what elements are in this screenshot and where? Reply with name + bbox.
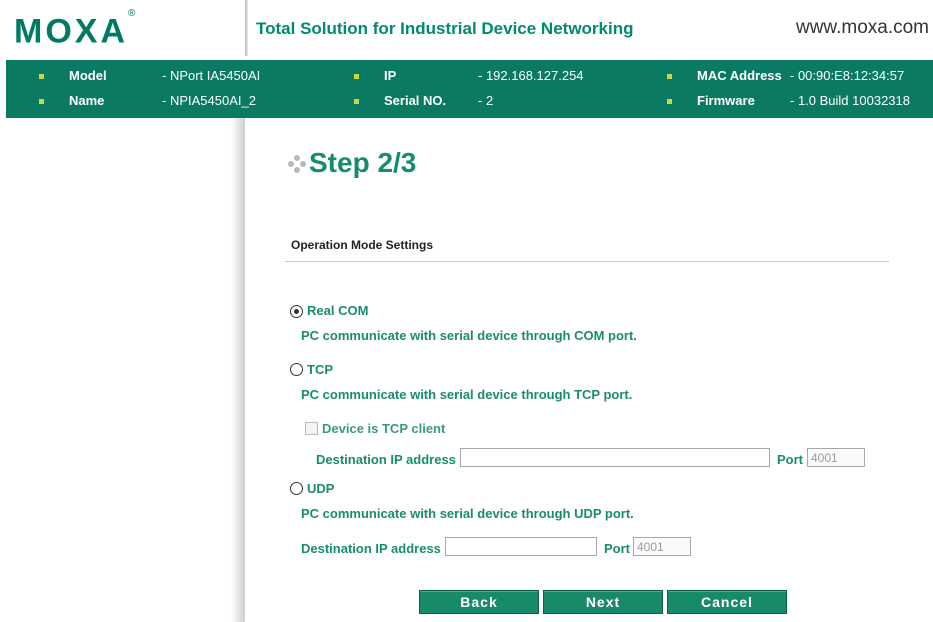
device-info-bar: Model - NPort IA5450AI Name - NPIA5450AI… (6, 60, 933, 118)
udp-dest-ip-label: Destination IP address (301, 541, 441, 556)
real-com-label[interactable]: Real COM (307, 303, 368, 318)
cancel-button[interactable]: Cancel (667, 590, 787, 614)
tcp-port-input[interactable] (807, 448, 865, 467)
tcp-port-label: Port (777, 452, 803, 467)
udp-port-input[interactable] (633, 537, 691, 556)
udp-description: PC communicate with serial device throug… (301, 506, 634, 521)
main-content: Step 2/3 Operation Mode Settings Real CO… (245, 118, 933, 622)
back-button[interactable]: Back (419, 590, 539, 614)
info-mac: MAC Address - 00:90:E8:12:34:57 (6, 66, 933, 86)
info-firmware-label: Firmware (697, 93, 755, 108)
real-com-description: PC communicate with serial device throug… (301, 328, 637, 343)
real-com-radio[interactable] (290, 305, 303, 318)
header-divider (245, 0, 248, 56)
section-divider (285, 261, 889, 262)
sidebar-shadow (231, 118, 245, 622)
info-firmware-value: - 1.0 Build 10032318 (790, 93, 910, 108)
bullet-icon (667, 74, 672, 79)
bullet-icon (667, 99, 672, 104)
tcp-dest-ip-label: Destination IP address (316, 452, 456, 467)
tagline: Total Solution for Industrial Device Net… (256, 19, 634, 38)
udp-radio[interactable] (290, 482, 303, 495)
next-button[interactable]: Next (543, 590, 663, 614)
info-mac-value: - 00:90:E8:12:34:57 (790, 68, 905, 83)
tcp-client-checkbox[interactable] (305, 422, 318, 435)
info-firmware: Firmware - 1.0 Build 10032318 (6, 91, 933, 111)
tcp-description: PC communicate with serial device throug… (301, 387, 633, 402)
udp-label[interactable]: UDP (307, 481, 334, 496)
registered-mark: ® (128, 8, 136, 19)
info-mac-label: MAC Address (697, 68, 782, 83)
tcp-radio[interactable] (290, 363, 303, 376)
sidebar (0, 118, 245, 622)
page-title: Step 2/3 (309, 147, 417, 178)
step-dots-icon (288, 155, 310, 173)
tcp-client-label: Device is TCP client (322, 421, 446, 436)
website-link[interactable]: www.moxa.com (796, 17, 929, 39)
section-title: Operation Mode Settings (291, 238, 434, 252)
udp-port-label: Port (604, 541, 630, 556)
tcp-label[interactable]: TCP (307, 362, 333, 377)
udp-dest-ip-input[interactable] (445, 537, 597, 556)
moxa-logo: MOXA® (14, 8, 136, 51)
tcp-dest-ip-input[interactable] (460, 448, 770, 467)
